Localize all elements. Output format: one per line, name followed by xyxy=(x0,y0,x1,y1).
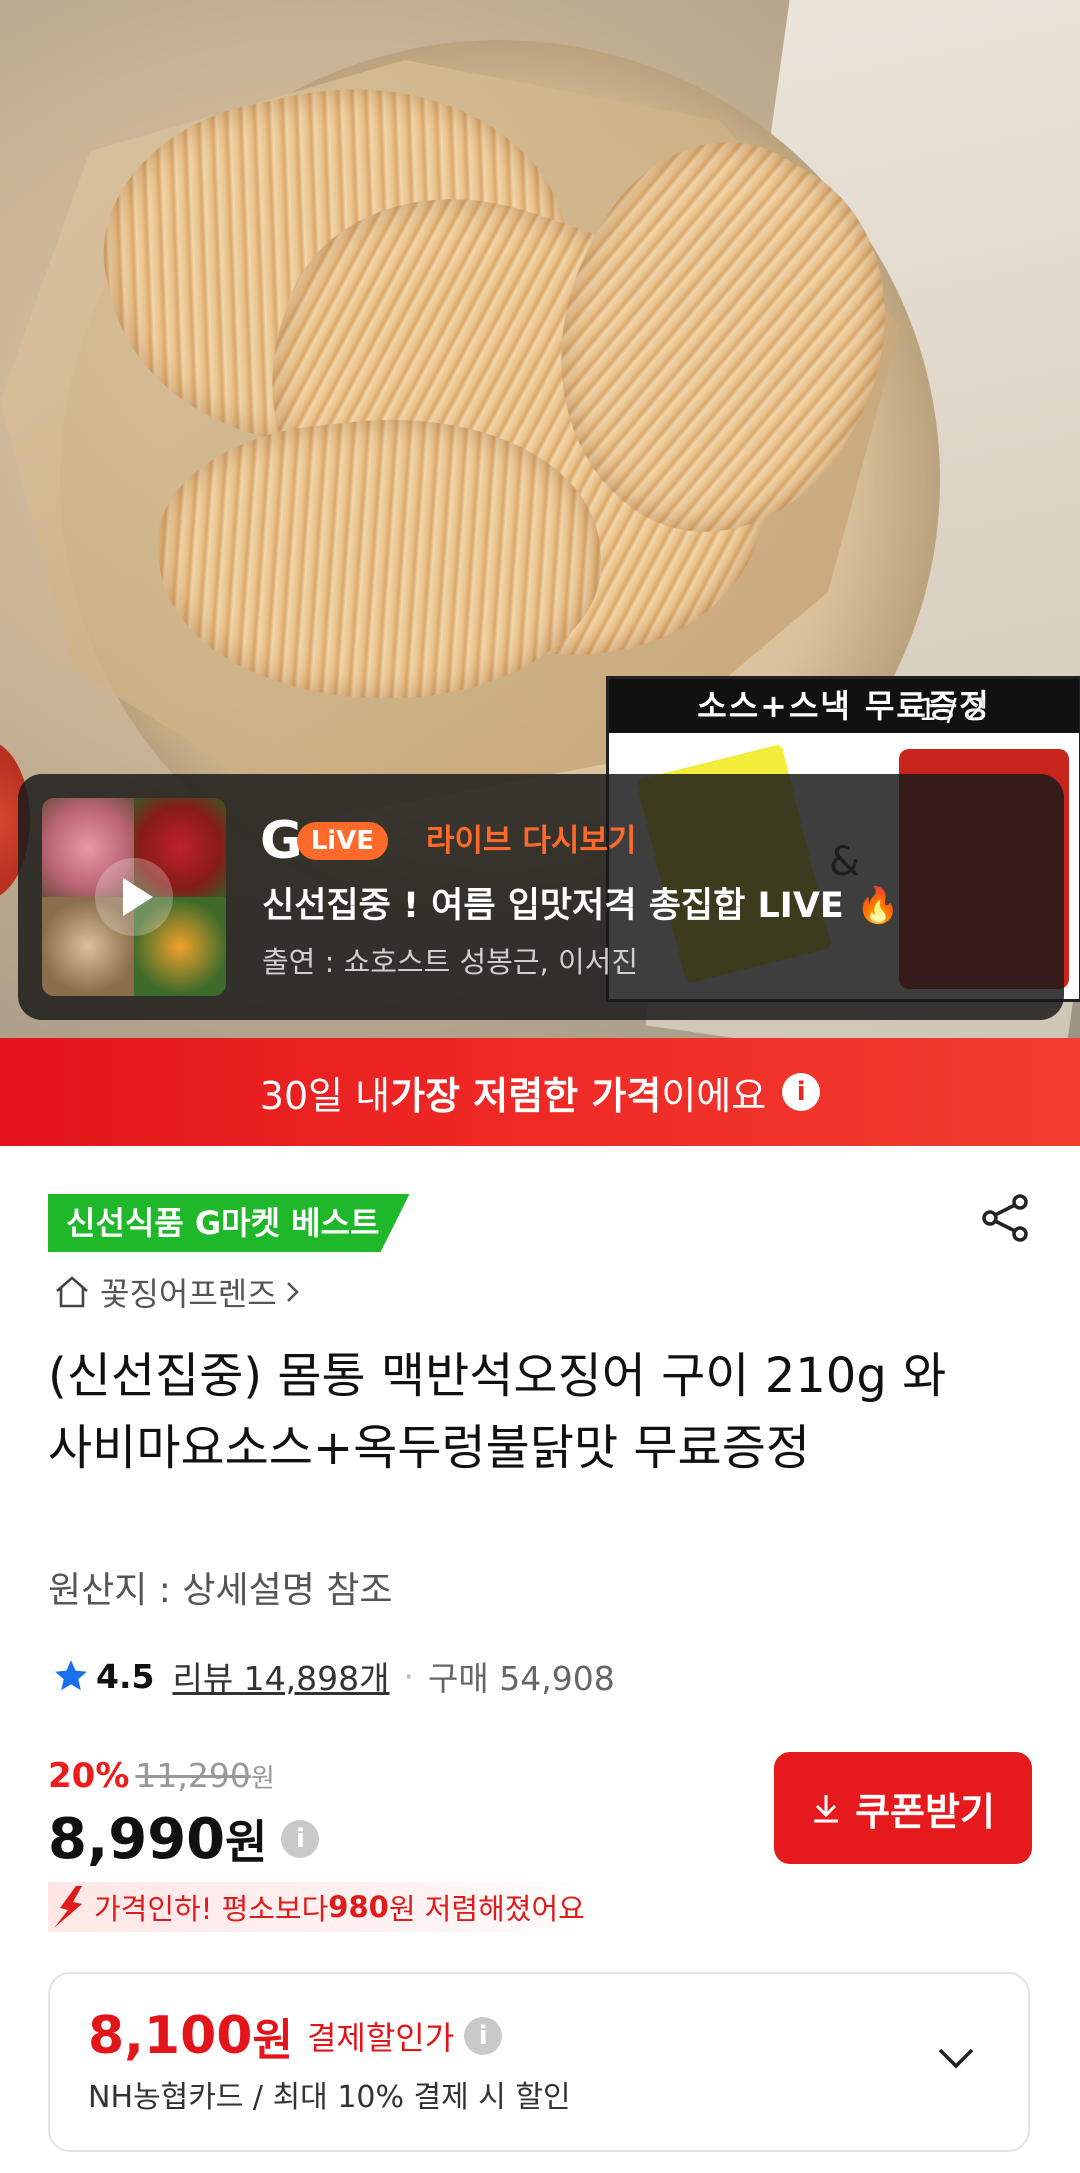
rating-score: 4.5 xyxy=(96,1656,155,1696)
star-icon xyxy=(55,1660,87,1691)
info-icon[interactable]: i xyxy=(281,1820,320,1858)
seller-name: 꽃징어프렌즈 xyxy=(100,1275,277,1313)
replay-label: 라이브 다시보기 xyxy=(426,823,637,859)
card-price-line: 8,100 원 결제할인가 i xyxy=(88,2004,503,2068)
glive-logo: G LiVE xyxy=(260,815,389,867)
lowest-price-banner[interactable]: 30일 내 가장 저렴한 가격 이에요 i xyxy=(0,1038,1080,1146)
best-badge[interactable]: 신선식품 G마켓 베스트 xyxy=(48,1194,410,1252)
price-drop-notice: 가격인하! 평소보다 980 원 저렴해졌어요 xyxy=(48,1882,605,1932)
original-price-unit: 원 xyxy=(250,1764,275,1794)
live-title: 신선집중 ! 여름 입맛저격 총집합 LIVE 🔥 xyxy=(262,886,900,926)
card-price-label: 결제할인가 xyxy=(306,2019,455,2057)
share-icon[interactable] xyxy=(978,1190,1034,1246)
card-discount-detail: NH농협카드 / 최대 10% 결제 시 할인 xyxy=(88,2080,571,2115)
origin-info: 원산지 : 상세설명 참조 xyxy=(48,1570,393,1611)
live-thumbnail[interactable] xyxy=(42,798,226,996)
download-icon xyxy=(814,1795,839,1823)
coupon-button[interactable]: 쿠폰받기 xyxy=(774,1752,1032,1864)
card-discount-box[interactable]: 8,100 원 결제할인가 i NH농협카드 / 최대 10% 결제 시 할인 xyxy=(48,1972,1030,2152)
seller-link[interactable]: 꽃징어프렌즈 xyxy=(52,1268,303,1316)
card-price: 8,100 xyxy=(88,2006,253,2066)
sale-price: 8,990 xyxy=(48,1806,226,1872)
image-counter: 1 / 2 xyxy=(918,693,986,728)
review-link[interactable]: 리뷰 14,898개 xyxy=(172,1652,389,1700)
sales-count: 구매 54,908 xyxy=(428,1659,615,1698)
play-icon[interactable] xyxy=(95,858,173,936)
rating-row: 4.5 리뷰 14,898개 · 구매 54,908 xyxy=(52,1650,615,1702)
separator-dot: · xyxy=(403,1656,415,1696)
discount-row: 20% 11,290 원 xyxy=(48,1756,275,1804)
info-icon[interactable]: i xyxy=(464,2017,503,2055)
card-price-unit: 원 xyxy=(252,2015,293,2066)
chevron-right-icon xyxy=(286,1282,299,1302)
original-price: 11,290 xyxy=(135,1756,251,1795)
sale-price-unit: 원 xyxy=(225,1815,268,1869)
promo-header: 소스+스낵 무료증정 xyxy=(609,679,1079,733)
product-title: (신선집중) 몸통 맥반석오징어 구이 210g 와사비마요소스+옥두렁불닭맛 … xyxy=(48,1348,947,1476)
price-row: 8,990 원 i xyxy=(48,1804,320,1874)
home-icon xyxy=(56,1276,88,1308)
live-cast: 출연 : 쇼호스트 성봉근, 이서진 xyxy=(262,945,639,979)
live-replay-card[interactable]: G LiVE 라이브 다시보기 신선집중 ! 여름 입맛저격 총집합 LIVE … xyxy=(18,774,1064,1020)
discount-percent: 20% xyxy=(48,1756,130,1796)
chevron-down-icon[interactable] xyxy=(930,2032,982,2084)
down-arrow-icon xyxy=(54,1886,82,1928)
info-icon[interactable]: i xyxy=(782,1073,821,1111)
